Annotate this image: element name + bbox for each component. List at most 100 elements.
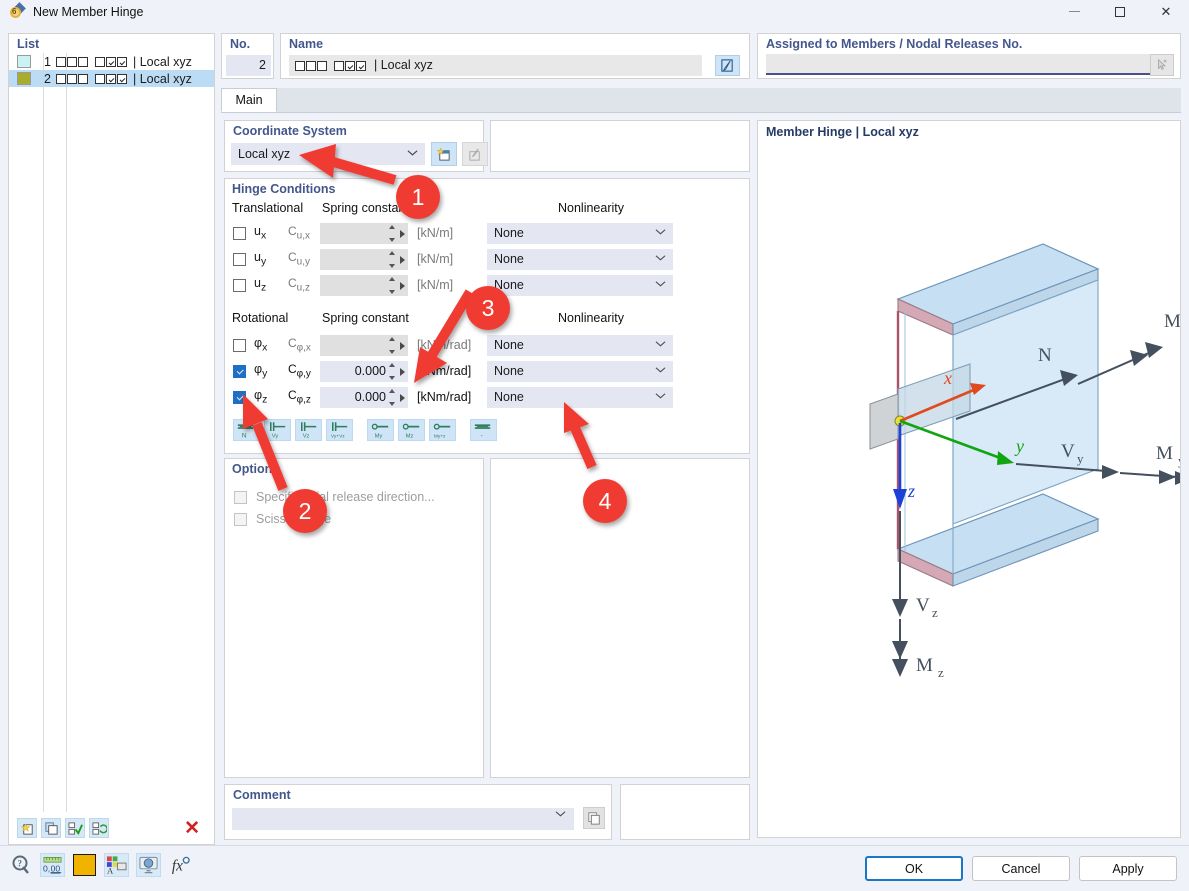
preset-mz-button[interactable]: Mz [398,419,425,441]
checkbox-phiz[interactable] [233,390,246,404]
svg-text:M: M [916,655,933,676]
tab-main[interactable]: Main [221,88,277,112]
spring-input-uy[interactable] [320,248,408,270]
comment-library-button[interactable] [583,807,605,829]
minimize-button[interactable] [1051,0,1097,23]
ok-button[interactable]: OK [865,856,963,881]
label-cuy: Cu,y [288,250,311,268]
coordinate-system-panel: Coordinate System Local xyz [224,120,488,172]
delete-button[interactable]: ✕ [184,819,200,838]
check-all-button[interactable] [65,818,85,838]
view-icon[interactable] [136,853,161,877]
apply-button[interactable]: Apply [1079,856,1177,881]
spring-constant-header-translational: Spring constant [322,201,409,215]
name-value: | Local xyz [374,58,433,72]
svg-text:x: x [943,368,952,388]
chevron-down-icon [655,251,666,265]
svg-text:y: y [1014,436,1024,456]
nonlinearity-select-ux[interactable]: None [487,222,673,244]
preset-none-button[interactable]: - [470,419,497,441]
checkbox-specific-axial-release[interactable] [234,490,247,504]
assigned-field[interactable] [766,54,1154,75]
spring-input-uz[interactable] [320,274,408,296]
svg-text:y: y [1178,453,1180,468]
svg-text:My: My [375,434,383,440]
comment-input[interactable] [232,808,574,830]
option-row-axial-release[interactable]: Specific axial release direction... [225,486,483,508]
new-coordinate-system-button[interactable] [431,142,457,166]
option-row-scissor-hinge[interactable]: Scissor hinge [225,508,483,530]
spring-input-ux[interactable] [320,222,408,244]
svg-text:N: N [1038,345,1052,366]
name-field[interactable]: | Local xyz [289,55,702,76]
display-properties-icon[interactable]: A [104,853,129,877]
preset-my-mz-button[interactable]: My+z [429,419,456,441]
nonlinearity-select-uz[interactable]: None [487,274,673,296]
formula-icon[interactable]: fx [168,853,193,877]
number-field[interactable]: 2 [226,55,271,76]
nonlinearity-select-phiy[interactable]: None [487,360,673,382]
hinge-row-phiz: φz Cφ,z 0.000 [kNm/rad] None [225,384,749,410]
unit-phiz: [kNm/rad] [417,390,472,404]
svg-text:Vz: Vz [303,434,310,440]
preset-vz-button[interactable]: Vz [295,419,322,441]
edit-coordinate-system-button[interactable] [462,142,488,166]
cancel-button[interactable]: Cancel [972,856,1070,881]
copy-item-button[interactable] [41,818,61,838]
chevron-down-icon [655,337,666,351]
spring-input-phiz[interactable]: 0.000 [320,386,408,408]
spring-input-phiy[interactable]: 0.000 [320,360,408,382]
checkbox-ux[interactable] [233,226,246,240]
preview-panel: Member Hinge | Local xyz x y z N M V y M… [757,120,1181,838]
new-item-button[interactable] [17,818,37,838]
checkbox-uy[interactable] [233,252,246,266]
units-icon[interactable]: 0, 00 [40,853,65,877]
rotational-header: Rotational [232,311,289,325]
preset-n-button[interactable]: N [233,419,260,441]
hinge-row-phiy: φy Cφ,y 0.000 [kNm/rad] None [225,358,749,384]
comment-extra-panel [620,784,750,840]
list-item[interactable]: 2 | Local xyz [9,70,214,87]
edit-name-button[interactable] [715,55,740,76]
nonlinearity-select-uy[interactable]: None [487,248,673,270]
nonlinearity-select-phix[interactable]: None [487,334,673,356]
maximize-button[interactable] [1097,0,1143,23]
select-in-model-button[interactable] [1150,54,1174,76]
label-phix: φx [254,336,268,354]
color-swatch-icon[interactable] [72,853,97,877]
help-icon[interactable]: ? [8,853,33,877]
preset-vy-vz-button[interactable]: Vy+Vz [326,419,353,441]
label-cphiy: Cφ,y [288,362,311,380]
list-toolbar: ✕ [9,812,214,844]
window-controls: ✕ [1051,0,1189,23]
svg-text:Vy+Vz: Vy+Vz [331,434,345,440]
name-dof-icons [295,60,366,71]
spring-constant-header-rotational: Spring constant [322,311,409,325]
list-item[interactable]: 1 | Local xyz [9,53,214,70]
checkbox-scissor-hinge[interactable] [234,512,247,526]
close-icon[interactable]: ✕ [1143,0,1189,23]
assigned-panel: Assigned to Members / Nodal Releases No. [757,33,1181,79]
svg-text:My+z: My+z [434,434,446,440]
preset-vy-button[interactable]: Vy [264,419,291,441]
label-cuz: Cu,z [288,276,311,294]
list-header: List [17,37,40,51]
preset-my-button[interactable]: My [367,419,394,441]
svg-text:-: - [481,433,483,440]
translational-header: Translational [232,201,304,215]
label-cphix: Cφ,x [288,336,311,354]
chevron-down-icon [407,146,418,160]
unit-ux: [kN/m] [417,226,454,240]
nonlinearity-select-phiz[interactable]: None [487,386,673,408]
checkbox-phix[interactable] [233,338,246,352]
spring-input-phix[interactable] [320,334,408,356]
annotation-badge-1: 1 [396,175,440,219]
dialog-buttons: OK Cancel Apply [865,856,1177,881]
coordinate-system-select[interactable]: Local xyz [231,143,425,165]
list-item-color-swatch [17,55,31,68]
checkbox-phiy[interactable] [233,364,246,378]
list-item-dof-icons [56,73,127,84]
refresh-button[interactable] [89,818,109,838]
checkbox-uz[interactable] [233,278,246,292]
chevron-down-icon [655,363,666,377]
